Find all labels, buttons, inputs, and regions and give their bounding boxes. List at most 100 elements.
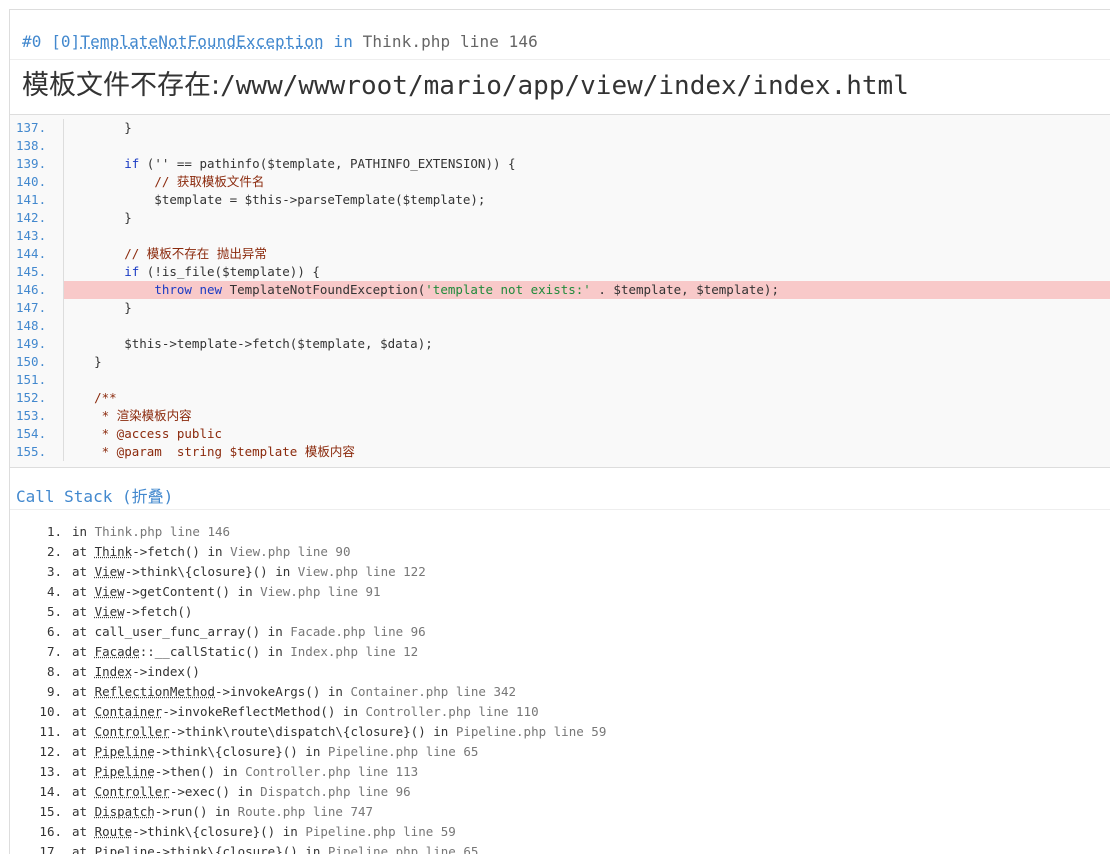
line-code: throw new TemplateNotFoundException('tem… bbox=[64, 281, 1110, 299]
source-line: 154. * @access public bbox=[10, 425, 1110, 443]
line-number: 146. bbox=[10, 281, 64, 299]
line-number: 151. bbox=[10, 371, 64, 389]
call-stack-item: 15. at Dispatch->run() in Route.php line … bbox=[10, 802, 1110, 822]
source-line: 139. if ('' == pathinfo($template, PATHI… bbox=[10, 155, 1110, 173]
call-stack-item: 6. at call_user_func_array() in Facade.ph… bbox=[10, 622, 1110, 642]
call-stack-item: 13. at Pipeline->then() in Controller.php… bbox=[10, 762, 1110, 782]
source-line: 150. } bbox=[10, 353, 1110, 371]
call-stack-class[interactable]: View bbox=[95, 604, 125, 619]
source-line: 141. $template = $this->parseTemplate($t… bbox=[10, 191, 1110, 209]
call-stack-class[interactable]: Pipeline bbox=[95, 764, 155, 779]
call-stack-class[interactable]: View bbox=[95, 564, 125, 579]
line-number: 142. bbox=[10, 209, 64, 227]
call-stack-item: 12. at Pipeline->think\{closure}() in Pip… bbox=[10, 742, 1110, 762]
call-stack-location: View.php line 90 bbox=[230, 544, 351, 559]
call-stack-index: 13. bbox=[39, 764, 62, 779]
line-number: 140. bbox=[10, 173, 64, 191]
call-stack-text: at call_user_func_array() in Facade.php … bbox=[72, 624, 426, 639]
call-stack-class[interactable]: Dispatch bbox=[95, 804, 155, 819]
line-number: 154. bbox=[10, 425, 64, 443]
call-stack-item: 8. at Index->index() bbox=[10, 662, 1110, 682]
exception-message-text: 模板文件不存在: bbox=[22, 70, 221, 101]
call-stack-location: Index.php line 12 bbox=[290, 644, 419, 659]
source-line: 137. } bbox=[10, 119, 1110, 137]
call-stack-text: at View->think\{closure}() in View.php l… bbox=[72, 564, 426, 579]
line-number: 138. bbox=[10, 137, 64, 155]
source-line: 145. if (!is_file($template)) { bbox=[10, 263, 1110, 281]
call-stack-item: 9. at ReflectionMethod->invokeArgs() in C… bbox=[10, 682, 1110, 702]
source-line: 151. bbox=[10, 371, 1110, 389]
call-stack-list: 1. in Think.php line 146 2. at Think->fetch… bbox=[10, 510, 1110, 854]
exception-index: #0 [0] bbox=[22, 32, 81, 51]
call-stack-index: 6. bbox=[46, 624, 62, 639]
exception-panel: #0 [0]TemplateNotFoundException in Think… bbox=[9, 9, 1110, 854]
call-stack-index: 8. bbox=[46, 664, 62, 679]
source-line: 155. * @param string $template 模板内容 bbox=[10, 443, 1110, 461]
line-code: } bbox=[64, 354, 102, 369]
call-stack-location: Controller.php line 110 bbox=[365, 704, 539, 719]
call-stack-text: at Container->invokeReflectMethod() in C… bbox=[72, 704, 539, 719]
line-code: } bbox=[124, 120, 132, 135]
call-stack-class[interactable]: Controller bbox=[95, 784, 170, 799]
call-stack-item: 17. at Pipeline->think\{closure}() in Pip… bbox=[10, 842, 1110, 854]
call-stack-item: 5. at View->fetch() bbox=[10, 602, 1110, 622]
call-stack-text: at Pipeline->think\{closure}() in Pipeli… bbox=[72, 842, 478, 854]
source-line: 138. bbox=[10, 137, 1110, 155]
exception-in: in bbox=[333, 32, 353, 51]
line-code: } bbox=[64, 210, 132, 225]
call-stack-text: at Facade::__callStatic() in Index.php l… bbox=[72, 644, 419, 659]
line-number: 144. bbox=[10, 245, 64, 263]
exception-header: #0 [0]TemplateNotFoundException in Think… bbox=[10, 10, 1110, 60]
call-stack-class[interactable]: Index bbox=[95, 664, 133, 679]
exception-file: Think.php line 146 bbox=[362, 32, 538, 51]
call-stack-item: 14. at Controller->exec() in Dispatch.php… bbox=[10, 782, 1110, 802]
line-number: 143. bbox=[10, 227, 64, 245]
line-code: $this->template->fetch($template, $data)… bbox=[64, 336, 433, 351]
call-stack-item: 4. at View->getContent() in View.php line… bbox=[10, 582, 1110, 602]
call-stack-text: at Index->index() bbox=[72, 664, 200, 679]
line-number: 148. bbox=[10, 317, 64, 335]
call-stack-item: 16. at Route->think\{closure}() in Pipeli… bbox=[10, 822, 1110, 842]
call-stack-index: 14. bbox=[39, 784, 62, 799]
line-number: 152. bbox=[10, 389, 64, 407]
line-code: $template = $this->parseTemplate($templa… bbox=[64, 192, 486, 207]
call-stack-class[interactable]: Controller bbox=[95, 724, 170, 739]
call-stack-class[interactable]: View bbox=[95, 584, 125, 599]
line-code: * @param string $template 模板内容 bbox=[64, 444, 355, 459]
line-code: * @access public bbox=[64, 426, 223, 441]
source-line: 153. * 渲染模板内容 bbox=[10, 407, 1110, 425]
call-stack-location: View.php line 122 bbox=[297, 564, 426, 579]
source-code-block: 137. } 138. 139. if ('' == pathinfo($temp… bbox=[10, 115, 1110, 468]
call-stack-text: at Pipeline->then() in Controller.php li… bbox=[72, 764, 419, 779]
source-line: 148. bbox=[10, 317, 1110, 335]
line-number: 147. bbox=[10, 299, 64, 317]
exception-class-link[interactable]: TemplateNotFoundException bbox=[80, 32, 323, 51]
call-stack-item: 3. at View->think\{closure}() in View.php… bbox=[10, 562, 1110, 582]
line-code: if (!is_file($template)) { bbox=[124, 264, 320, 279]
call-stack-class[interactable]: Facade bbox=[95, 644, 140, 659]
line-code: * 渲染模板内容 bbox=[64, 408, 192, 423]
call-stack-toggle[interactable]: Call Stack (折叠) bbox=[10, 468, 1110, 510]
call-stack-class[interactable]: ReflectionMethod bbox=[95, 684, 215, 699]
call-stack-location: Pipeline.php line 59 bbox=[305, 824, 456, 839]
call-stack-index: 2. bbox=[46, 544, 62, 559]
call-stack-class[interactable]: Route bbox=[95, 824, 133, 839]
call-stack-item: 2. at Think->fetch() in View.php line 90 bbox=[10, 542, 1110, 562]
call-stack-index: 15. bbox=[39, 804, 62, 819]
line-number: 153. bbox=[10, 407, 64, 425]
line-code: } bbox=[64, 300, 132, 315]
call-stack-index: 12. bbox=[39, 744, 62, 759]
call-stack-class[interactable]: Container bbox=[95, 704, 163, 719]
source-line: 146. throw new TemplateNotFoundException… bbox=[10, 281, 1110, 299]
line-number: 139. bbox=[10, 155, 64, 173]
call-stack-index: 5. bbox=[46, 604, 62, 619]
call-stack-class[interactable]: Think bbox=[95, 544, 133, 559]
call-stack-location: Pipeline.php line 65 bbox=[327, 744, 479, 759]
call-stack-text: at Dispatch->run() in Route.php line 747 bbox=[72, 804, 374, 819]
source-line: 147. } bbox=[10, 299, 1110, 317]
call-stack-class[interactable]: Pipeline bbox=[95, 744, 155, 759]
call-stack-index: 10. bbox=[39, 704, 62, 719]
